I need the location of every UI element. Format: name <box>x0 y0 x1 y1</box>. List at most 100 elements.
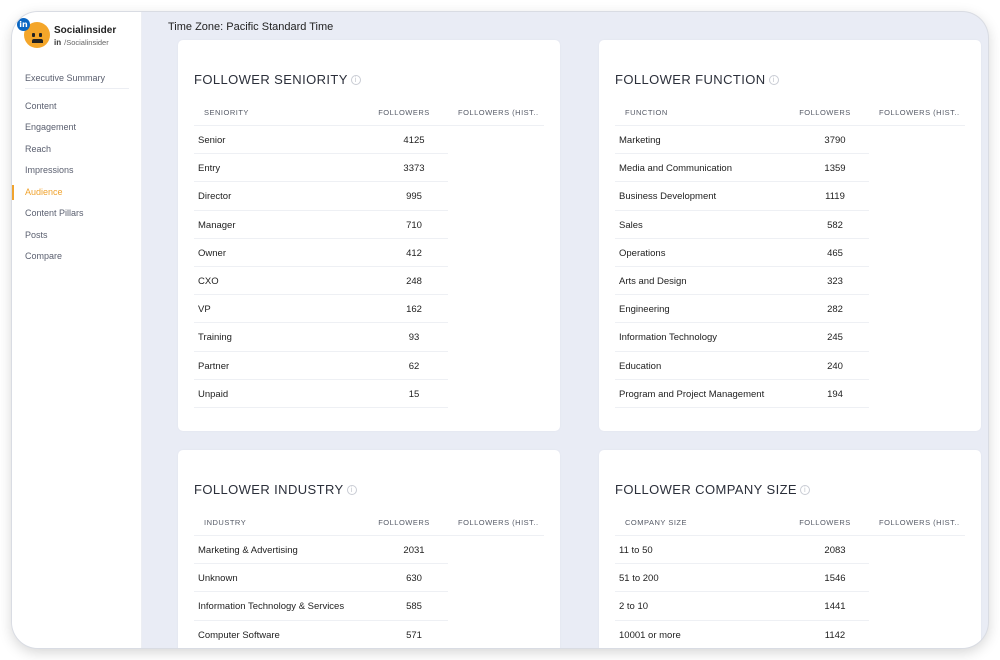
row-followers-value: 240 <box>827 360 843 372</box>
row-label: Education <box>619 360 662 372</box>
sidebar-item-posts[interactable]: Posts <box>12 225 142 247</box>
info-icon[interactable]: i <box>346 485 357 495</box>
table-row: CXO 248 <box>194 267 448 296</box>
row-label: Unknown <box>198 573 238 585</box>
brand-handle-text: /Socialinsider <box>64 38 109 47</box>
table-header: INDUSTRY FOLLOWERS FOLLOWERS (HIST... <box>194 510 544 536</box>
sidebar-item-audience[interactable]: Audience <box>12 182 142 204</box>
column-header-followers-history[interactable]: FOLLOWERS (HIST... <box>458 518 538 527</box>
row-followers-value: 194 <box>827 388 843 400</box>
row-label: Marketing & Advertising <box>198 545 298 556</box>
row-label: Director <box>198 191 232 203</box>
row-label: 2 to 10 <box>619 601 649 613</box>
column-header-followers-history[interactable]: FOLLOWERS (HIST... <box>879 108 959 117</box>
row-followers-value: 585 <box>406 601 422 613</box>
column-header-followers-history[interactable]: FOLLOWERS (HIST... <box>879 518 959 527</box>
row-followers-value: 3373 <box>403 163 425 175</box>
row-label: Senior <box>198 135 226 146</box>
row-label: Partner <box>198 360 230 372</box>
card-follower-company-size: FOLLOWER COMPANY SIZE i COMPANY SIZE FOLL… <box>599 450 981 648</box>
row-followers-value: 465 <box>827 247 843 259</box>
row-label: Unpaid <box>198 388 229 400</box>
table-body: 11 to 50 2083 51 to 200 1546 2 to 10 1441 1000… <box>615 536 869 648</box>
card-title: FOLLOWER FUNCTION i <box>615 72 779 87</box>
linkedin-icon: in <box>17 18 30 31</box>
sidebar-item-impressions[interactable]: Impressions <box>12 160 142 182</box>
card-title: FOLLOWER INDUSTRY i <box>194 482 357 497</box>
table-row: Information Technology 245 <box>615 323 869 352</box>
table-row: Media and Communication 1359 <box>615 154 869 183</box>
logo-face-icon <box>32 33 43 43</box>
row-followers-value: 582 <box>827 219 843 231</box>
row-label: Marketing <box>619 135 661 146</box>
column-header-seniority[interactable]: SENIORITY <box>204 108 249 117</box>
table-row: Entry 3373 <box>194 154 448 183</box>
info-icon[interactable]: i <box>350 75 361 85</box>
table-body: Marketing 3790 Media and Communication 1359… <box>615 126 869 408</box>
sidebar-item-engagement[interactable]: Engagement <box>12 117 142 139</box>
table-row: Education 240 <box>615 352 869 380</box>
card-title: FOLLOWER COMPANY SIZE i <box>615 482 811 497</box>
row-followers-value: 2031 <box>403 545 425 556</box>
brand-profile[interactable]: in Socialinsider in/Socialinsider <box>17 18 142 62</box>
card-title-text: FOLLOWER INDUSTRY <box>194 482 344 497</box>
row-followers-value: 2083 <box>824 545 846 556</box>
row-followers-value: 571 <box>406 629 422 641</box>
row-label: Arts and Design <box>619 275 687 287</box>
column-header-industry[interactable]: INDUSTRY <box>204 518 246 527</box>
column-header-followers[interactable]: FOLLOWERS <box>378 108 430 117</box>
row-followers-value: 248 <box>406 275 422 287</box>
column-header-followers[interactable]: FOLLOWERS <box>378 518 430 527</box>
column-header-followers-history[interactable]: FOLLOWERS (HIST... <box>458 108 538 117</box>
card-follower-industry: FOLLOWER INDUSTRY i INDUSTRY FOLLOWERS FO… <box>178 450 560 648</box>
row-followers-value: 62 <box>408 360 420 372</box>
card-title-text: FOLLOWER SENIORITY <box>194 72 348 87</box>
table-row: Owner 412 <box>194 239 448 267</box>
sidebar-nav: Executive Summary Content Engagement Rea… <box>12 68 142 268</box>
table-row: Arts and Design 323 <box>615 267 869 296</box>
row-followers-value: 1359 <box>824 163 846 175</box>
column-header-followers[interactable]: FOLLOWERS <box>799 518 851 527</box>
row-label: Information Technology & Services <box>198 601 345 613</box>
column-header-function[interactable]: FUNCTION <box>625 108 668 117</box>
table-body: Senior 4125 Entry 3373 Director 995 Manager 710… <box>194 126 448 408</box>
info-icon[interactable]: i <box>768 75 779 85</box>
row-label: 10001 or more <box>619 629 681 641</box>
row-label: 51 to 200 <box>619 573 659 585</box>
row-label: Computer Software <box>198 629 280 641</box>
sidebar-item-reach[interactable]: Reach <box>12 139 142 161</box>
card-follower-seniority: FOLLOWER SENIORITY i SENIORITY FOLLOWERS … <box>178 40 560 431</box>
info-icon[interactable]: i <box>800 485 811 495</box>
sidebar-item-content-pillars[interactable]: Content Pillars <box>12 203 142 225</box>
table-body: Marketing & Advertising 2031 Unknown 630 Inf… <box>194 536 448 648</box>
table-row: Unpaid 15 <box>194 380 448 408</box>
table-row: VP 162 <box>194 295 448 324</box>
column-header-followers[interactable]: FOLLOWERS <box>799 108 851 117</box>
row-followers-value: 162 <box>406 304 422 316</box>
row-label: Business Development <box>619 191 717 203</box>
column-header-company-size[interactable]: COMPANY SIZE <box>625 518 687 527</box>
row-label: Owner <box>198 247 226 259</box>
sidebar-item-content[interactable]: Content <box>12 96 142 118</box>
sidebar-item-compare[interactable]: Compare <box>12 246 142 268</box>
row-followers-value: 3790 <box>824 135 846 146</box>
row-followers-value: 15 <box>408 388 420 400</box>
timezone-label: Time Zone: Pacific Standard Time <box>168 21 334 33</box>
row-label: Manager <box>198 219 236 231</box>
row-followers-value: 4125 <box>403 135 425 146</box>
row-followers-value: 995 <box>406 191 422 203</box>
row-followers-value: 412 <box>406 247 422 259</box>
table-row: Training 93 <box>194 323 448 352</box>
sidebar-item-executive-summary[interactable]: Executive Summary <box>12 68 142 90</box>
card-title-text: FOLLOWER FUNCTION <box>615 72 766 87</box>
table-row: Marketing 3790 <box>615 126 869 155</box>
row-followers-value: 1546 <box>824 573 846 585</box>
table-row: 2 to 10 1441 <box>615 592 869 621</box>
table-row: Director 995 <box>194 182 448 211</box>
row-label: Media and Communication <box>619 163 733 175</box>
row-label: Entry <box>198 163 221 175</box>
row-followers-value: 93 <box>408 332 420 344</box>
row-followers-value: 630 <box>406 573 422 585</box>
table-row: Sales 582 <box>615 211 869 239</box>
row-followers-value: 1119 <box>825 191 845 203</box>
